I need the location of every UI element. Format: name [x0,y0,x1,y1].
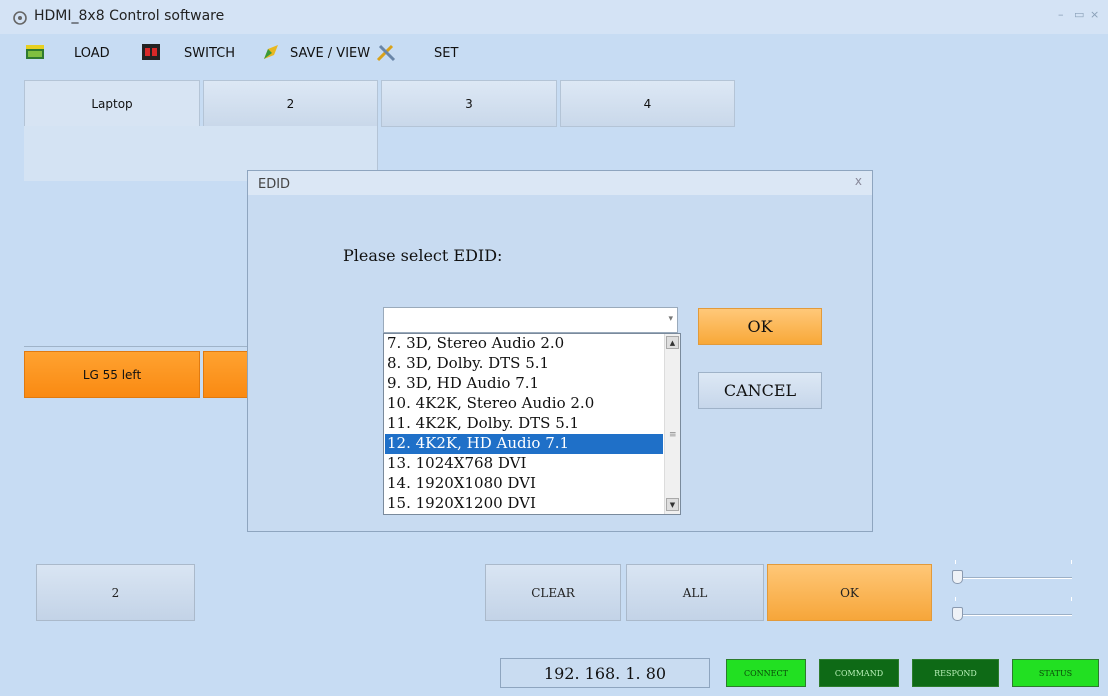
edid-option[interactable]: 10. 4K2K, Stereo Audio 2.0 [385,394,663,414]
slider-tick [1071,560,1072,564]
respond-indicator: RESPOND [912,659,999,687]
edid-option[interactable]: 15. 1920X1200 DVI [385,494,663,514]
dialog-cancel-button[interactable]: CANCEL [698,372,822,409]
save-view-button[interactable]: SAVE / VIEW [290,46,370,61]
slider-thumb-2[interactable] [952,607,963,621]
edid-dialog: EDID x Please select EDID: ▾ 7. 3D, Ster… [247,170,873,532]
edid-option[interactable]: 13. 1024X768 DVI [385,454,663,474]
all-button[interactable]: ALL [626,564,764,621]
set-button[interactable]: SET [434,46,458,61]
slider-tick [955,597,956,601]
output-button-partial[interactable] [203,351,247,398]
scroll-grip-icon[interactable]: ≡ [669,430,677,440]
dialog-close-button[interactable]: x [855,174,862,188]
save-view-icon[interactable] [262,43,282,61]
slider-tick [955,560,956,564]
app-logo-icon [12,10,28,26]
scroll-up-arrow-icon[interactable]: ▲ [666,336,679,349]
load-button[interactable]: LOAD [74,46,110,61]
load-icon[interactable] [25,43,45,61]
clear-button[interactable]: CLEAR [485,564,621,621]
command-indicator: COMMAND [819,659,899,687]
switch-icon[interactable] [141,43,161,61]
edid-option-selected[interactable]: 12. 4K2K, HD Audio 7.1 [385,434,663,454]
switch-button[interactable]: SWITCH [184,46,235,61]
tab-input-laptop[interactable]: Laptop [24,80,200,127]
app-title: HDMI_8x8 Control software [34,8,225,24]
edid-prompt: Please select EDID: [343,246,503,265]
dialog-title: EDID [258,177,291,192]
slider-tick [1071,597,1072,601]
maximize-button[interactable]: ▭ [1074,8,1084,21]
connect-indicator: CONNECT [726,659,806,687]
ip-address-display: 192. 168. 1. 80 [500,658,710,688]
slider-track-2[interactable] [955,614,1072,616]
edid-option[interactable]: 14. 1920X1080 DVI [385,474,663,494]
chevron-down-icon[interactable]: ▾ [668,314,673,324]
edid-select[interactable]: ▾ [383,307,678,333]
tab-input-3[interactable]: 3 [381,80,557,127]
slider-thumb-1[interactable] [952,570,963,584]
ok-button[interactable]: OK [767,564,932,621]
dialog-ok-button[interactable]: OK [698,308,822,345]
scroll-down-arrow-icon[interactable]: ▼ [666,498,679,511]
dialog-titlebar [248,171,872,195]
edid-options-list[interactable]: 7. 3D, Stereo Audio 2.0 8. 3D, Dolby. DT… [383,333,681,515]
output-button-lg55-left[interactable]: LG 55 left [24,351,200,398]
minimize-button[interactable]: – [1058,8,1064,21]
input-2-button[interactable]: 2 [36,564,195,621]
edid-list-scrollbar[interactable]: ▲ ≡ ▼ [664,334,680,514]
edid-option[interactable]: 7. 3D, Stereo Audio 2.0 [385,334,663,354]
status-indicator: STATUS [1012,659,1099,687]
edid-option[interactable]: 11. 4K2K, Dolby. DTS 5.1 [385,414,663,434]
edid-option[interactable]: 8. 3D, Dolby. DTS 5.1 [385,354,663,374]
close-button[interactable]: × [1090,8,1099,21]
tab-input-2[interactable]: 2 [203,80,378,127]
slider-track-1[interactable] [955,577,1072,579]
edid-option[interactable]: 9. 3D, HD Audio 7.1 [385,374,663,394]
tab-input-4[interactable]: 4 [560,80,735,127]
output-separator [24,346,248,347]
set-tools-icon[interactable] [375,43,396,62]
